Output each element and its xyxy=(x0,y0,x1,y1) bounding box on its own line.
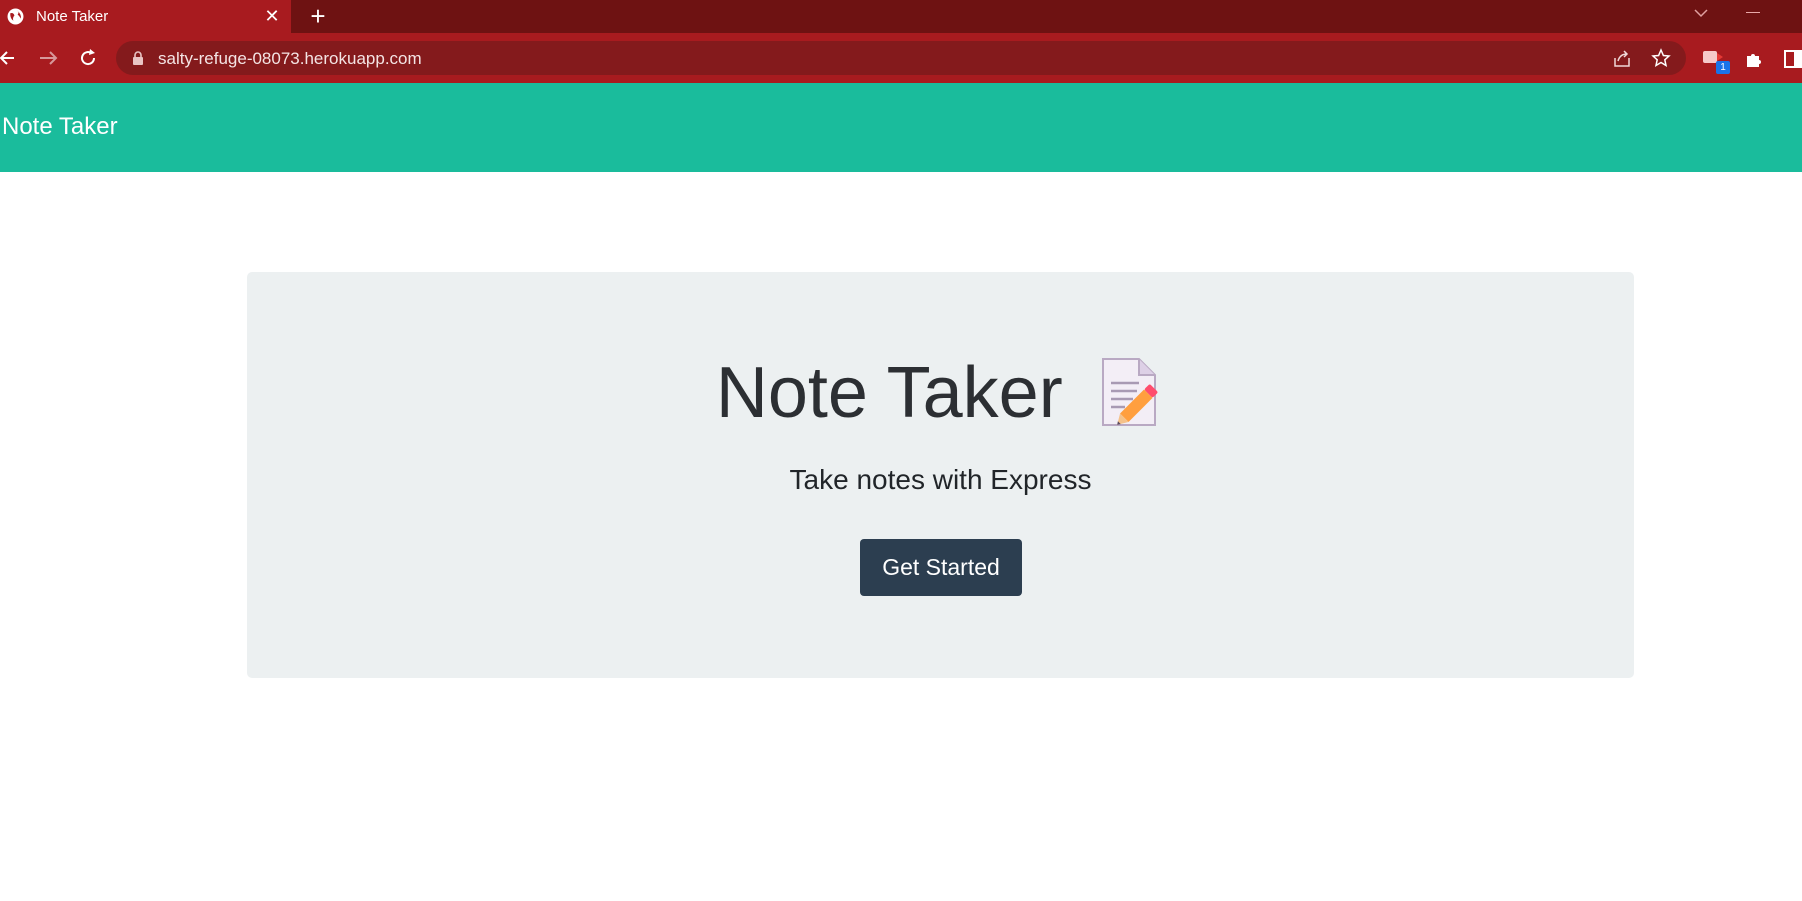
bookmark-star-icon[interactable] xyxy=(1651,48,1671,68)
tab-search-chevron-icon[interactable] xyxy=(1693,6,1709,20)
extension-badge: 1 xyxy=(1716,61,1730,74)
hero-heading-row: Note Taker xyxy=(247,352,1634,442)
side-panel-icon[interactable] xyxy=(1784,50,1802,68)
forward-arrow-icon[interactable] xyxy=(37,47,59,69)
app-navbar: Note Taker xyxy=(0,83,1802,172)
hero-heading: Note Taker xyxy=(715,353,1063,433)
lock-icon[interactable] xyxy=(132,51,144,65)
extensions-puzzle-icon[interactable] xyxy=(1744,49,1764,69)
get-started-button[interactable]: Get Started xyxy=(860,539,1022,596)
back-arrow-icon[interactable] xyxy=(0,47,22,69)
browser-tab[interactable]: Note Taker ✕ xyxy=(0,0,291,33)
hero-jumbotron: Note Taker Take notes with Express Get S… xyxy=(247,272,1634,678)
memo-icon xyxy=(1102,358,1158,426)
new-tab-icon[interactable]: + xyxy=(306,3,330,29)
minimize-icon[interactable] xyxy=(1746,12,1760,13)
close-tab-icon[interactable]: ✕ xyxy=(262,6,282,26)
reload-icon[interactable] xyxy=(77,47,99,69)
tab-strip: Note Taker ✕ + xyxy=(0,0,1802,33)
hero-lead-text: Take notes with Express xyxy=(789,464,1092,495)
browser-toolbar: salty-refuge-08073.herokuapp.com 1 xyxy=(0,33,1802,83)
url-text: salty-refuge-08073.herokuapp.com xyxy=(158,49,422,68)
share-icon[interactable] xyxy=(1612,49,1632,69)
globe-icon xyxy=(7,8,24,25)
address-bar[interactable]: salty-refuge-08073.herokuapp.com xyxy=(116,41,1686,75)
navbar-brand[interactable]: Note Taker xyxy=(2,113,118,141)
tab-title: Note Taker xyxy=(36,8,109,25)
